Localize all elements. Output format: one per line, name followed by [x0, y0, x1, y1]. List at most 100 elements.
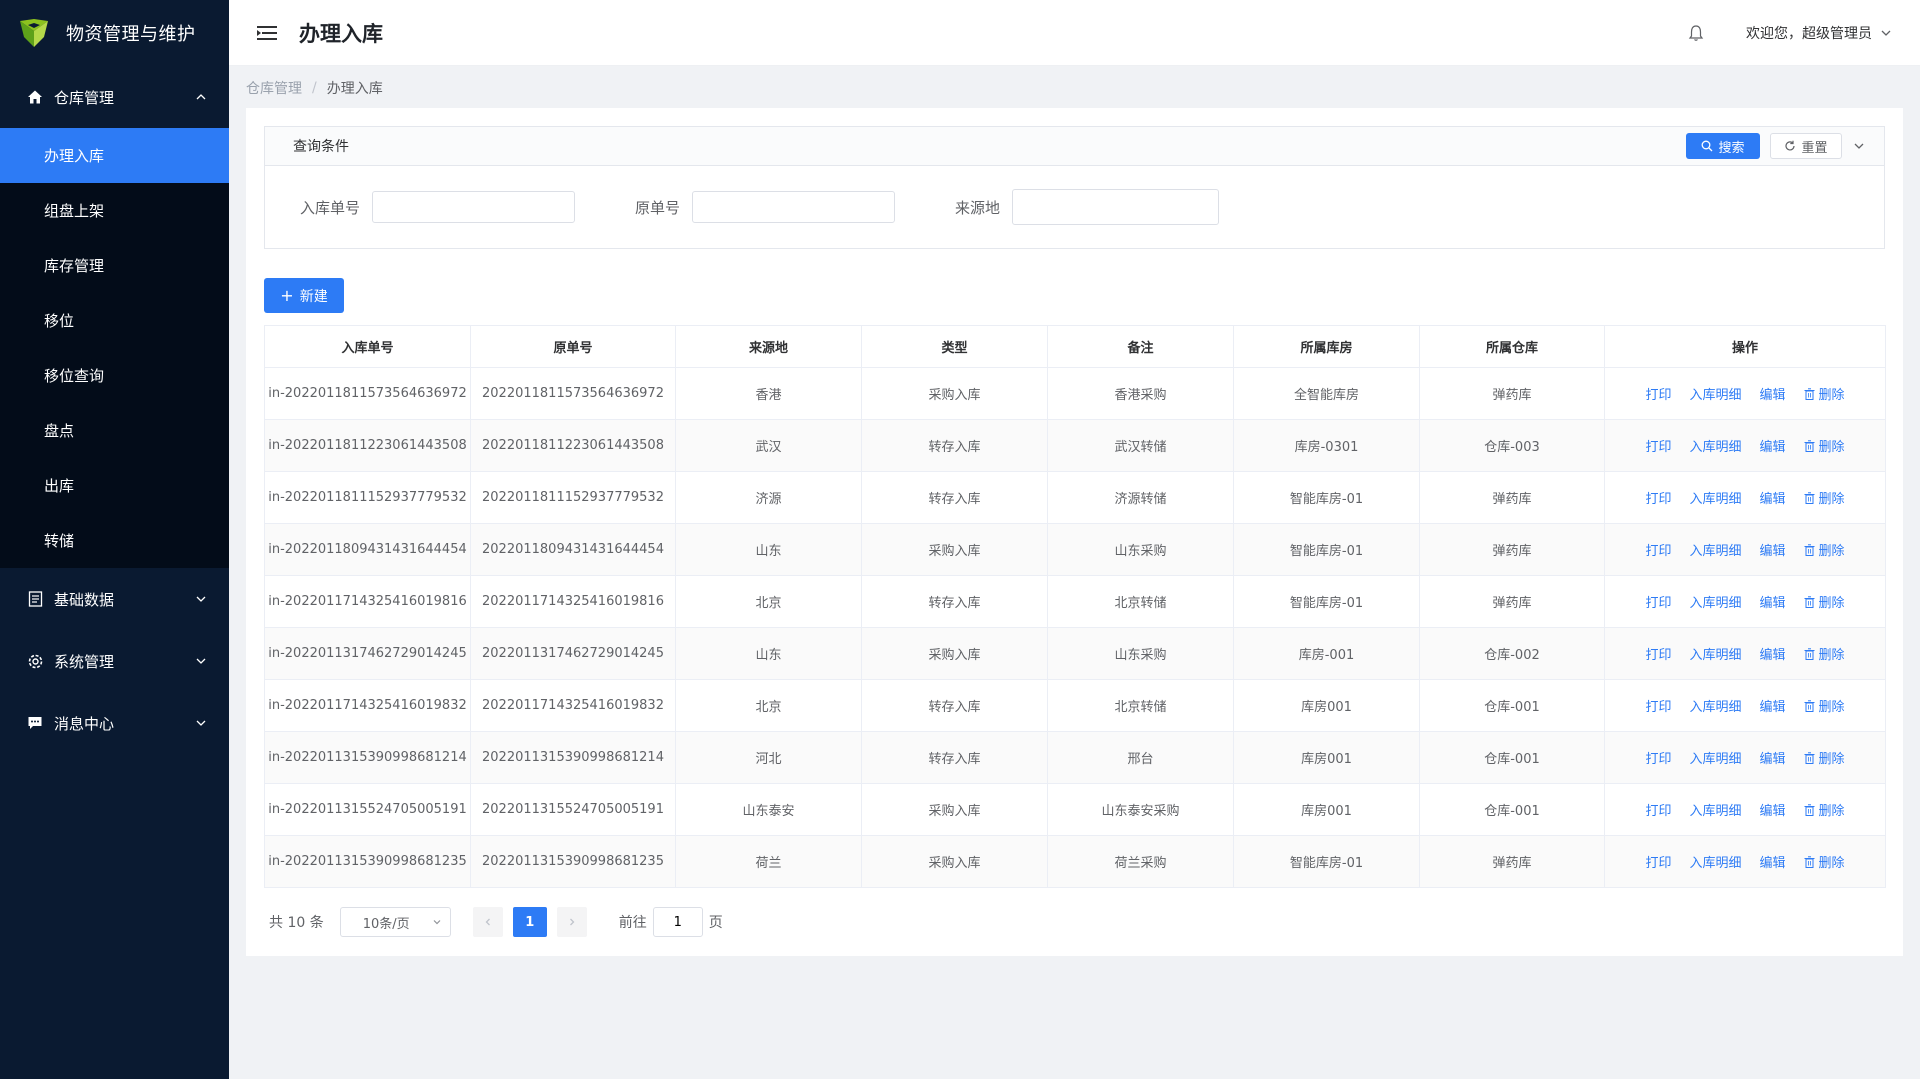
edit-link[interactable]: 编辑: [1760, 852, 1786, 871]
delete-link[interactable]: 删除: [1804, 436, 1845, 455]
sidebar-item[interactable]: 移位: [0, 293, 229, 348]
chevron-right-icon: [569, 918, 575, 926]
table-cell: in-2022011317462729014245: [264, 627, 471, 680]
message-icon: [26, 714, 44, 732]
table-cell: 仓库-002: [1419, 627, 1605, 680]
print-link[interactable]: 打印: [1645, 592, 1671, 611]
original-no-input[interactable]: [692, 191, 896, 223]
inbound-detail-link[interactable]: 入库明细: [1689, 488, 1741, 507]
sidebar-item[interactable]: 组盘上架: [0, 183, 229, 238]
inbound-detail-link[interactable]: 入库明细: [1689, 540, 1741, 559]
print-link[interactable]: 打印: [1645, 644, 1671, 663]
table-cell: 弹药库: [1419, 575, 1605, 628]
column-header: 备注: [1047, 325, 1234, 368]
collapse-toggle-icon[interactable]: [1852, 139, 1866, 153]
actions-cell: 打印 入库明细 编辑 删除: [1604, 471, 1886, 524]
print-link[interactable]: 打印: [1645, 436, 1671, 455]
new-button[interactable]: + 新建: [264, 278, 344, 313]
sidebar-item[interactable]: 盘点: [0, 403, 229, 458]
print-link[interactable]: 打印: [1645, 748, 1671, 767]
edit-link[interactable]: 编辑: [1760, 540, 1786, 559]
print-link[interactable]: 打印: [1645, 852, 1671, 871]
table-cell: 济源: [675, 471, 862, 524]
inbound-detail-link[interactable]: 入库明细: [1689, 748, 1741, 767]
table-cell: 山东: [675, 627, 862, 680]
document-icon: [26, 590, 44, 608]
inbound-detail-link[interactable]: 入库明细: [1689, 696, 1741, 715]
print-link[interactable]: 打印: [1645, 488, 1671, 507]
table-cell: 转存入库: [861, 471, 1048, 524]
sidebar-group-3[interactable]: 消息中心: [0, 692, 229, 754]
inbound-detail-link[interactable]: 入库明细: [1689, 800, 1741, 819]
delete-link[interactable]: 删除: [1804, 384, 1845, 403]
print-link[interactable]: 打印: [1645, 384, 1671, 403]
table-cell: 库房001: [1233, 679, 1420, 732]
print-link[interactable]: 打印: [1645, 696, 1671, 715]
edit-link[interactable]: 编辑: [1760, 592, 1786, 611]
edit-link[interactable]: 编辑: [1760, 800, 1786, 819]
sidebar-group-0[interactable]: 仓库管理: [0, 66, 229, 128]
table-cell: 采购入库: [861, 783, 1048, 836]
search-button[interactable]: 搜索: [1686, 133, 1760, 159]
chevron-down-icon: [433, 920, 441, 925]
app-logo[interactable]: 物资管理与维护: [0, 0, 229, 66]
inbound-detail-link[interactable]: 入库明细: [1689, 384, 1741, 403]
inbound-detail-link[interactable]: 入库明细: [1689, 852, 1741, 871]
sidebar-group-1[interactable]: 基础数据: [0, 568, 229, 630]
inbound-detail-link[interactable]: 入库明细: [1689, 436, 1741, 455]
edit-link[interactable]: 编辑: [1760, 384, 1786, 403]
inbound-detail-link[interactable]: 入库明细: [1689, 592, 1741, 611]
goto-page-input[interactable]: [652, 907, 703, 937]
sidebar-item[interactable]: 转储: [0, 513, 229, 568]
table-cell: in-2022011811152937779532: [264, 471, 471, 524]
trash-icon: [1804, 699, 1815, 712]
bell-icon[interactable]: [1688, 24, 1704, 42]
delete-link[interactable]: 删除: [1804, 696, 1845, 715]
table-cell: 智能库房-01: [1233, 575, 1420, 628]
hamburger-menu-icon[interactable]: [257, 25, 277, 41]
next-page-button[interactable]: [556, 907, 587, 937]
reset-button[interactable]: 重置: [1770, 133, 1842, 159]
print-link[interactable]: 打印: [1645, 800, 1671, 819]
table-cell: 采购入库: [861, 523, 1048, 576]
delete-link[interactable]: 删除: [1804, 592, 1845, 611]
print-link[interactable]: 打印: [1645, 540, 1671, 559]
actions-cell: 打印 入库明细 编辑 删除: [1604, 731, 1886, 784]
sidebar-group-2[interactable]: 系统管理: [0, 630, 229, 692]
inbound-no-input[interactable]: [372, 191, 576, 223]
sidebar-item[interactable]: 办理入库: [0, 128, 229, 183]
table-row: in-2022011317462729014245 202201131746272…: [264, 627, 1886, 680]
delete-link[interactable]: 删除: [1804, 800, 1845, 819]
user-menu[interactable]: 欢迎您，超级管理员: [1746, 23, 1892, 43]
edit-link[interactable]: 编辑: [1760, 696, 1786, 715]
breadcrumb-separator: /: [312, 80, 317, 96]
edit-link[interactable]: 编辑: [1760, 436, 1786, 455]
page-size-select[interactable]: 10条/页: [339, 907, 451, 937]
sidebar-item[interactable]: 移位查询: [0, 348, 229, 403]
delete-link[interactable]: 删除: [1804, 488, 1845, 507]
delete-link[interactable]: 删除: [1804, 644, 1845, 663]
prev-page-button[interactable]: [472, 907, 503, 937]
table-row: in-2022011315390998681214 202201131539099…: [264, 731, 1886, 784]
edit-link[interactable]: 编辑: [1760, 748, 1786, 767]
table-cell: 荷兰: [675, 835, 862, 888]
delete-link[interactable]: 删除: [1804, 748, 1845, 767]
trash-icon: [1804, 491, 1815, 504]
top-header: 办理入库 欢迎您，超级管理员: [229, 0, 1920, 66]
source-input[interactable]: [1012, 189, 1220, 225]
inbound-detail-link[interactable]: 入库明细: [1689, 644, 1741, 663]
page-number-current[interactable]: 1: [512, 907, 547, 937]
sidebar-submenu: 办理入库 组盘上架 库存管理 移位 移位查询 盘点 出库 转储: [0, 128, 229, 568]
delete-link[interactable]: 删除: [1804, 540, 1845, 559]
table-cell: 库房-0301: [1233, 419, 1420, 472]
delete-link[interactable]: 删除: [1804, 852, 1845, 871]
sidebar-item[interactable]: 出库: [0, 458, 229, 513]
breadcrumb-parent[interactable]: 仓库管理: [246, 78, 302, 98]
edit-link[interactable]: 编辑: [1760, 644, 1786, 663]
edit-link[interactable]: 编辑: [1760, 488, 1786, 507]
welcome-text: 欢迎您，超级管理员: [1746, 25, 1872, 42]
table-cell: 山东: [675, 523, 862, 576]
plus-icon: +: [280, 285, 294, 305]
table-cell: 山东泰安采购: [1047, 783, 1234, 836]
sidebar-item[interactable]: 库存管理: [0, 238, 229, 293]
